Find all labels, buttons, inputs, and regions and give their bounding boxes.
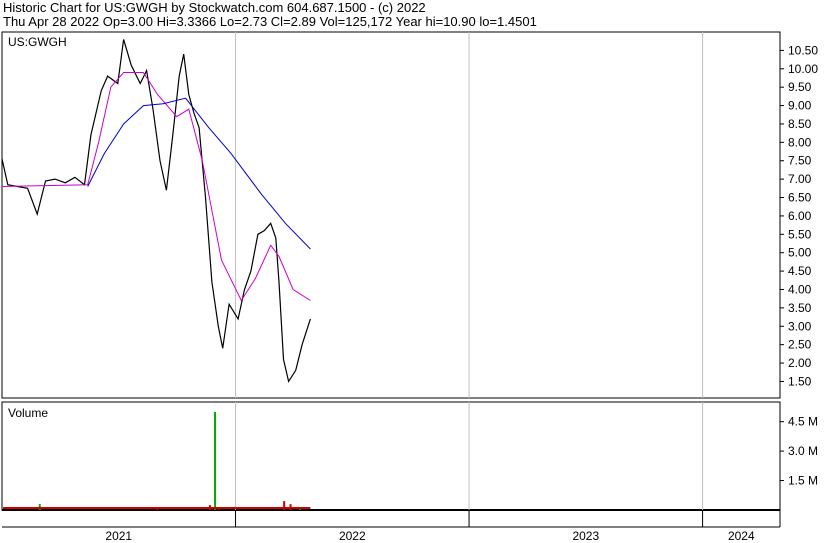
price-tick-label: 9.00 <box>788 99 812 113</box>
price-tick-label: 2.00 <box>788 356 812 370</box>
price-tick-label: 8.50 <box>788 117 812 131</box>
price-tick-label: 5.50 <box>788 227 812 241</box>
price-tick-label: 7.50 <box>788 154 812 168</box>
volume-panel-label: Volume <box>8 406 48 420</box>
price-tick-label: 10.00 <box>788 62 818 76</box>
price-tick-label: 3.00 <box>788 319 812 333</box>
price-tick-label: 5.00 <box>788 246 812 260</box>
stock-chart: 10.50 10.00 9.50 9.00 8.50 8.00 7.50 7.00 6.50 6.… <box>1 31 818 543</box>
price-tick-label: 4.50 <box>788 264 812 278</box>
volume-panel <box>1 401 781 511</box>
x-tick-label: 2021 <box>105 529 132 543</box>
x-tick-label: 2024 <box>728 529 755 543</box>
price-tick-label: 6.00 <box>788 209 812 223</box>
price-tick-label: 9.50 <box>788 80 812 94</box>
price-panel <box>1 31 781 399</box>
price-tick-label: 1.50 <box>788 374 812 388</box>
volume-tick-label: 1.5 M <box>788 474 818 488</box>
price-tick-label: 3.50 <box>788 301 812 315</box>
price-tick-label: 4.00 <box>788 282 812 296</box>
x-tick-label: 2022 <box>339 529 366 543</box>
price-tick-label: 10.50 <box>788 43 818 57</box>
volume-tick-label: 3.0 M <box>788 444 818 458</box>
x-tick-label: 2023 <box>572 529 599 543</box>
price-tick-label: 7.00 <box>788 172 812 186</box>
price-panel-label: US:GWGH <box>8 35 67 49</box>
price-tick-label: 8.00 <box>788 135 812 149</box>
volume-tick-label: 4.5 M <box>788 415 818 429</box>
price-tick-label: 2.50 <box>788 338 812 352</box>
price-tick-label: 6.50 <box>788 191 812 205</box>
